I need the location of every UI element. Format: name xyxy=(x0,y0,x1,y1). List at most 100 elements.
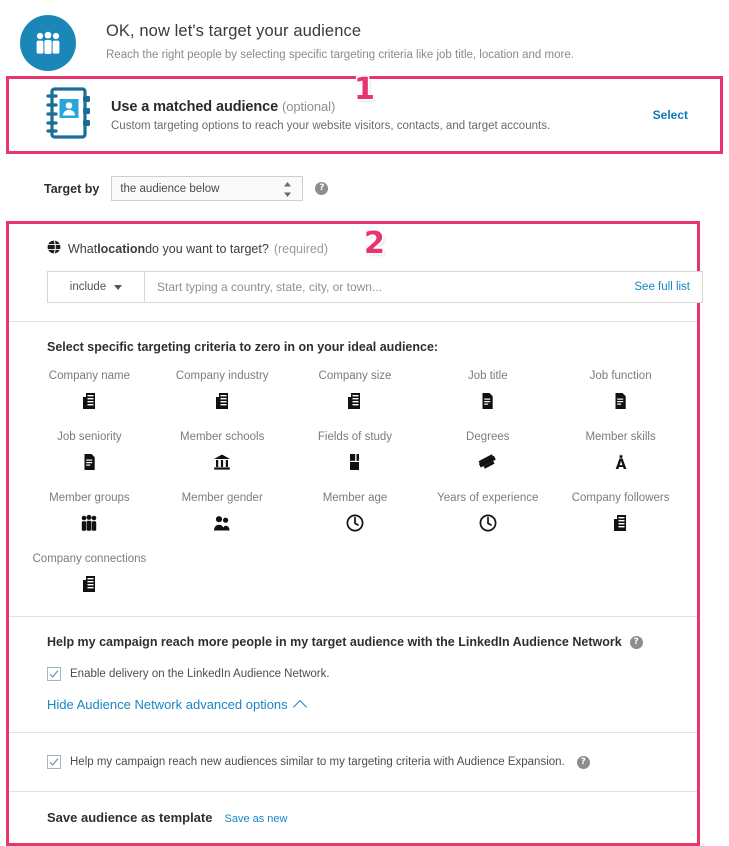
criteria-item-member-groups[interactable]: Member groups xyxy=(23,492,156,539)
audience-network-heading: Help my campaign reach more people in my… xyxy=(47,635,697,649)
see-full-list-link[interactable]: See full list xyxy=(634,272,702,302)
document-icon xyxy=(481,392,494,412)
criteria-label: Member age xyxy=(322,492,388,504)
location-question-bold: location xyxy=(97,241,146,256)
criteria-label: Fields of study xyxy=(317,431,393,443)
criteria-label: Company connections xyxy=(32,553,147,565)
target-by-label: Target by xyxy=(44,181,100,196)
globe-icon xyxy=(47,240,61,257)
criteria-grid: Company name Company industry Company si… xyxy=(9,370,697,600)
save-as-new-link[interactable]: Save as new xyxy=(224,813,287,825)
criteria-item-company-followers[interactable]: Company followers xyxy=(554,492,687,539)
target-by-row: Target by the audience below ? xyxy=(0,154,729,221)
criteria-label: Job function xyxy=(589,370,652,382)
address-book-icon xyxy=(41,86,93,145)
people-group-icon xyxy=(80,514,98,534)
criteria-item-job-seniority[interactable]: Job seniority xyxy=(23,431,156,478)
page-header: OK, now let's target your audience Reach… xyxy=(0,0,729,76)
criteria-heading: Select specific targeting criteria to ze… xyxy=(47,340,439,354)
audience-expansion-checkbox[interactable] xyxy=(47,755,61,769)
matched-audience-section[interactable]: 1 Use a matched audience (optional) Cust… xyxy=(6,72,723,154)
location-include-dropdown[interactable]: include xyxy=(48,272,145,302)
graduation-cap-icon xyxy=(478,453,497,473)
criteria-label: Member schools xyxy=(180,431,265,443)
page-subtitle: Reach the right people by selecting spec… xyxy=(106,48,574,61)
audience-expansion-help-icon[interactable]: ? xyxy=(576,755,590,769)
building-icon xyxy=(613,514,628,534)
criteria-item-company-industry[interactable]: Company industry xyxy=(156,370,289,417)
matched-audience-text: Use a matched audience (optional) Custom… xyxy=(111,99,653,132)
audience-expansion-subsection: Help my campaign reach new audiences sim… xyxy=(9,733,697,792)
building-icon xyxy=(82,575,97,595)
matched-audience-optional-label: (optional) xyxy=(281,98,336,114)
save-template-subsection: Save audience as template Save as new xyxy=(9,792,697,843)
criteria-item-job-function[interactable]: Job function xyxy=(554,370,687,417)
criteria-label: Company industry xyxy=(175,370,269,382)
criteria-item-job-title[interactable]: Job title xyxy=(421,370,554,417)
criteria-item-member-schools[interactable]: Member schools xyxy=(156,431,289,478)
book-icon xyxy=(348,453,361,473)
targeting-criteria-section: 2 What location do you want to target? (… xyxy=(6,221,703,846)
matched-audience-description: Custom targeting options to reach your w… xyxy=(111,119,551,132)
select-matched-audience-button[interactable]: Select xyxy=(653,108,688,122)
annotation-marker-1: 1 xyxy=(354,72,375,107)
document-icon xyxy=(614,392,627,412)
svg-text:A: A xyxy=(615,457,626,471)
location-include-value: include xyxy=(69,281,107,293)
criteria-item-company-name[interactable]: Company name xyxy=(23,370,156,417)
annotation-marker-2: 2 xyxy=(364,226,385,261)
location-required-label: (required) xyxy=(273,241,328,256)
criteria-item-years-of-experience[interactable]: Years of experience xyxy=(421,492,554,539)
criteria-label: Member groups xyxy=(49,492,130,504)
audience-network-heading-text: Help my campaign reach more people in my… xyxy=(47,635,622,649)
target-by-help-icon[interactable]: ? xyxy=(315,182,329,195)
criteria-label: Member gender xyxy=(181,492,263,504)
criteria-item-company-size[interactable]: Company size xyxy=(289,370,422,417)
clock-icon xyxy=(479,514,497,534)
criteria-label: Company name xyxy=(48,370,130,382)
audience-expansion-checkbox-label: Help my campaign reach new audiences sim… xyxy=(70,756,565,768)
criteria-label: Company size xyxy=(318,370,392,382)
audience-network-checkbox-label: Enable delivery on the LinkedIn Audience… xyxy=(70,668,330,680)
document-icon xyxy=(83,453,96,473)
clock-icon xyxy=(346,514,364,534)
criteria-label: Job seniority xyxy=(57,431,122,443)
letter-a-star-icon: A xyxy=(614,453,628,473)
criteria-item-member-skills[interactable]: Member skills A xyxy=(554,431,687,478)
audience-network-checkbox-row[interactable]: Enable delivery on the LinkedIn Audience… xyxy=(47,667,697,681)
two-people-icon xyxy=(213,514,231,534)
building-icon xyxy=(82,392,97,412)
stepper-arrows-icon[interactable] xyxy=(283,181,292,198)
location-input-row[interactable]: include Start typing a country, state, c… xyxy=(47,271,703,303)
target-by-selected-value: the audience below xyxy=(120,182,220,195)
audience-network-subsection: Help my campaign reach more people in my… xyxy=(9,617,697,733)
criteria-label: Member skills xyxy=(585,431,656,443)
target-by-select[interactable]: the audience below xyxy=(111,176,304,201)
criteria-item-member-age[interactable]: Member age xyxy=(289,492,422,539)
criteria-subsection: Select specific targeting criteria to ze… xyxy=(9,322,697,617)
building-icon xyxy=(347,392,362,412)
page-title: OK, now let's target your audience xyxy=(106,22,362,40)
criteria-item-member-gender[interactable]: Member gender xyxy=(156,492,289,539)
criteria-item-degrees[interactable]: Degrees xyxy=(421,431,554,478)
header-text-block: OK, now let's target your audience Reach… xyxy=(106,14,574,63)
hide-advanced-options-link[interactable]: Hide Audience Network advanced options xyxy=(47,697,307,714)
location-question-suffix: do you want to target? xyxy=(145,241,269,256)
audience-expansion-checkbox-row[interactable]: Help my campaign reach new audiences sim… xyxy=(47,755,697,769)
building-icon xyxy=(215,392,230,412)
chevron-up-icon xyxy=(292,699,307,714)
audience-network-checkbox[interactable] xyxy=(47,667,61,681)
criteria-item-company-connections[interactable]: Company connections xyxy=(23,553,156,600)
matched-audience-title-text: Use a matched audience xyxy=(111,98,279,115)
criteria-item-fields-of-study[interactable]: Fields of study xyxy=(289,431,422,478)
chevron-down-icon xyxy=(114,284,123,290)
criteria-label: Job title xyxy=(467,370,508,382)
location-subsection: What location do you want to target? (re… xyxy=(9,224,703,322)
audience-network-help-icon[interactable]: ? xyxy=(629,635,643,649)
group-people-icon xyxy=(20,15,76,71)
criteria-label: Degrees xyxy=(466,431,510,443)
location-question-prefix: What xyxy=(68,241,98,256)
bank-icon xyxy=(213,453,231,473)
location-search-input[interactable]: Start typing a country, state, city, or … xyxy=(145,272,634,302)
matched-audience-title: Use a matched audience (optional) xyxy=(111,99,653,115)
